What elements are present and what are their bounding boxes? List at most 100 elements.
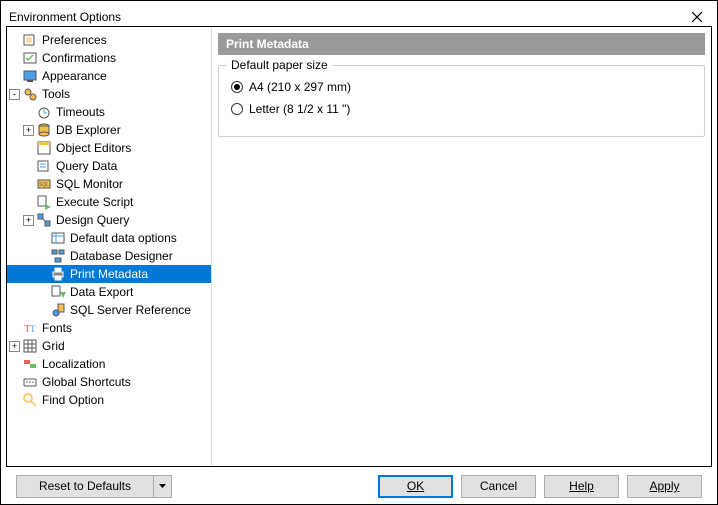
tree-item-grid[interactable]: + Grid — [7, 337, 211, 355]
expander-spacer — [23, 179, 34, 190]
cancel-button[interactable]: Cancel — [461, 475, 536, 498]
tree-item-shortcuts[interactable]: Global Shortcuts — [7, 373, 211, 391]
tree-item-sqlmonitor[interactable]: SQL SQL Monitor — [7, 175, 211, 193]
radio-a4[interactable]: A4 (210 x 297 mm) — [231, 80, 692, 94]
tree-item-label: Query Data — [54, 159, 119, 173]
tree-item-defaultdata[interactable]: Default data options — [7, 229, 211, 247]
tools-icon — [22, 86, 38, 102]
locale-icon — [22, 356, 38, 372]
appear-icon — [22, 68, 38, 84]
tree-item-label: Database Designer — [68, 249, 175, 263]
reset-dropdown-button[interactable] — [154, 475, 172, 498]
pref-icon — [22, 32, 38, 48]
tree-item-confirmations[interactable]: Confirmations — [7, 49, 211, 67]
fonts-icon: TT — [22, 320, 38, 336]
expand-icon[interactable]: + — [23, 125, 34, 136]
radio-letter[interactable]: Letter (8 1/2 x 11 ") — [231, 102, 692, 116]
chevron-down-icon — [159, 484, 166, 488]
tree-item-label: Grid — [40, 339, 67, 353]
dialog-body: Preferences Confirmations Appearance - Tools… — [6, 26, 712, 467]
tree-item-printmeta[interactable]: Print Metadata — [7, 265, 211, 283]
expander-spacer — [9, 323, 20, 334]
defdata-icon — [50, 230, 66, 246]
ok-label: OK — [407, 479, 424, 493]
content-header: Print Metadata — [218, 33, 705, 55]
exec-icon — [36, 194, 52, 210]
dbexp-icon — [36, 122, 52, 138]
expander-spacer — [37, 305, 48, 316]
tree-item-querydata[interactable]: Query Data — [7, 157, 211, 175]
design-icon — [36, 212, 52, 228]
tree-item-label: Appearance — [40, 69, 109, 83]
timeout-icon — [36, 104, 52, 120]
tree-item-label: SQL Server Reference — [68, 303, 193, 317]
tree-item-tools[interactable]: - Tools — [7, 85, 211, 103]
radio-icon — [231, 81, 243, 93]
ok-button[interactable]: OK — [378, 475, 453, 498]
expander-spacer — [23, 161, 34, 172]
reset-defaults-button[interactable]: Reset to Defaults — [16, 475, 154, 498]
group-legend: Default paper size — [227, 58, 332, 72]
collapse-icon[interactable]: - — [9, 89, 20, 100]
tree-item-label: Preferences — [40, 33, 109, 47]
help-button[interactable]: Help — [544, 475, 619, 498]
apply-label: Apply — [649, 479, 679, 493]
expander-spacer — [37, 287, 48, 298]
expander-spacer — [9, 53, 20, 64]
find-icon — [22, 392, 38, 408]
tree-item-label: Find Option — [40, 393, 106, 407]
tree-item-timeouts[interactable]: Timeouts — [7, 103, 211, 121]
expander-spacer — [37, 269, 48, 280]
expander-spacer — [9, 71, 20, 82]
tree-item-label: Execute Script — [54, 195, 135, 209]
close-icon — [692, 12, 702, 22]
sqlref-icon — [50, 302, 66, 318]
tree-item-label: SQL Monitor — [54, 177, 125, 191]
tree-item-sqlserverref[interactable]: SQL Server Reference — [7, 301, 211, 319]
tree-item-label: Tools — [40, 87, 72, 101]
tree-item-label: Confirmations — [40, 51, 118, 65]
tree-item-label: Data Export — [68, 285, 135, 299]
expander-spacer — [37, 251, 48, 262]
tree-item-preferences[interactable]: Preferences — [7, 31, 211, 49]
cancel-label: Cancel — [480, 479, 517, 493]
reset-label: Reset to Defaults — [39, 479, 131, 493]
print-icon — [50, 266, 66, 282]
tree-item-label: Localization — [40, 357, 107, 371]
tree-item-localization[interactable]: Localization — [7, 355, 211, 373]
short-icon — [22, 374, 38, 390]
tree-item-objecteditors[interactable]: Object Editors — [7, 139, 211, 157]
tree-item-dbdesigner[interactable]: Database Designer — [7, 247, 211, 265]
expander-spacer — [23, 143, 34, 154]
close-button[interactable] — [685, 7, 709, 27]
tree-item-label: DB Explorer — [54, 123, 123, 137]
sqlmon-icon: SQL — [36, 176, 52, 192]
svg-text:SQL: SQL — [39, 182, 49, 188]
tree-item-dbexplorer[interactable]: + DB Explorer — [7, 121, 211, 139]
tree-item-fonts[interactable]: TTFonts — [7, 319, 211, 337]
radio-icon — [231, 103, 243, 115]
radio-a4-label: A4 (210 x 297 mm) — [249, 80, 351, 94]
expander-spacer — [9, 377, 20, 388]
grid-icon — [22, 338, 38, 354]
options-tree[interactable]: Preferences Confirmations Appearance - Tools… — [7, 27, 212, 466]
expand-icon[interactable]: + — [23, 215, 34, 226]
reset-split-button: Reset to Defaults — [16, 475, 172, 498]
tree-item-label: Global Shortcuts — [40, 375, 133, 389]
tree-item-execscript[interactable]: Execute Script — [7, 193, 211, 211]
confirm-icon — [22, 50, 38, 66]
query-icon — [36, 158, 52, 174]
expander-spacer — [9, 35, 20, 46]
expand-icon[interactable]: + — [9, 341, 20, 352]
radio-letter-label: Letter (8 1/2 x 11 ") — [249, 102, 350, 116]
tree-item-label: Fonts — [40, 321, 74, 335]
tree-item-appearance[interactable]: Appearance — [7, 67, 211, 85]
objed-icon — [36, 140, 52, 156]
tree-item-findoption[interactable]: Find Option — [7, 391, 211, 409]
tree-item-designquery[interactable]: +Design Query — [7, 211, 211, 229]
tree-item-label: Default data options — [68, 231, 179, 245]
tree-item-dataexport[interactable]: Data Export — [7, 283, 211, 301]
expander-spacer — [23, 197, 34, 208]
dbdes-icon — [50, 248, 66, 264]
apply-button[interactable]: Apply — [627, 475, 702, 498]
